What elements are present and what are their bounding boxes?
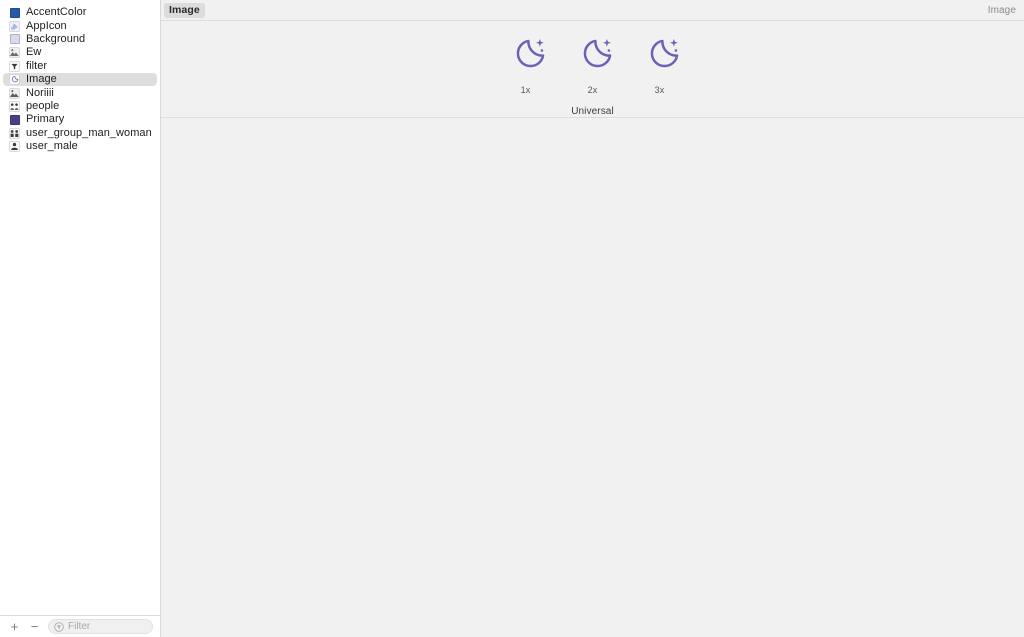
- asset-row-label: AccentColor: [26, 6, 87, 19]
- editor-canvas: [161, 118, 1024, 637]
- funnel-thumbnail-icon: [9, 60, 20, 72]
- app-icon-placeholder-icon: [9, 20, 20, 32]
- asset-catalog-window: AccentColor AppIcon Background Ew filter Imag…: [0, 0, 1024, 637]
- image-slot-scale-label: 2x: [587, 85, 598, 95]
- image-slot[interactable]: 1x: [503, 35, 549, 95]
- sidebar-bottom-bar: + − Filter: [0, 615, 160, 637]
- breadcrumb[interactable]: Image: [164, 2, 205, 18]
- image-slot[interactable]: 3x: [637, 35, 683, 95]
- asset-row-label: user_group_man_woman: [26, 126, 152, 139]
- crescent-moon-icon: [637, 35, 683, 81]
- asset-row[interactable]: AppIcon: [3, 19, 157, 32]
- crescent-moon-icon: [570, 35, 616, 81]
- user-group-thumbnail-icon: [9, 127, 20, 139]
- asset-row-label: Ew: [26, 46, 42, 59]
- color-swatch-icon: [9, 7, 20, 18]
- editor-top-bar: Image Image: [161, 0, 1024, 21]
- asset-row[interactable]: Noriiii: [3, 86, 157, 99]
- asset-sidebar: AccentColor AppIcon Background Ew filter Imag…: [0, 0, 161, 637]
- asset-row[interactable]: user_group_man_woman: [3, 127, 157, 140]
- asset-row[interactable]: people: [3, 100, 157, 113]
- color-swatch-icon: [9, 114, 20, 125]
- image-slot-scale-label: 1x: [520, 85, 531, 95]
- image-slot[interactable]: 2x: [570, 35, 616, 95]
- editor-status-label: Image: [987, 4, 1016, 16]
- asset-row[interactable]: Primary: [3, 113, 157, 126]
- asset-detail-panel: 1x 2x 3x Universal: [161, 21, 1024, 118]
- remove-asset-button[interactable]: −: [26, 619, 43, 635]
- image-thumbnail-icon: [9, 87, 20, 99]
- image-slot-scale-label: 3x: [654, 85, 665, 95]
- asset-row-label: Background: [26, 32, 86, 45]
- color-swatch-icon: [9, 34, 20, 45]
- filter-placeholder: Filter: [68, 620, 91, 632]
- universal-group-label: Universal: [571, 106, 614, 117]
- asset-row-label: Primary: [26, 113, 65, 126]
- crescent-moon-icon: [503, 35, 549, 81]
- asset-row-label: Image: [26, 73, 57, 86]
- asset-row-label: user_male: [26, 140, 78, 153]
- main-editor: Image Image 1x 2x 3x Universal: [161, 0, 1024, 637]
- asset-row-label: filter: [26, 59, 48, 72]
- asset-row[interactable]: user_male: [3, 140, 157, 153]
- funnel-circle-icon: [54, 621, 64, 632]
- asset-row[interactable]: Background: [3, 33, 157, 46]
- image-thumbnail-icon: [9, 47, 20, 59]
- image-slot-group: 1x 2x 3x: [503, 35, 683, 95]
- user-male-thumbnail-icon: [9, 141, 20, 152]
- asset-list[interactable]: AccentColor AppIcon Background Ew filter Imag…: [0, 0, 160, 615]
- asset-row[interactable]: AccentColor: [3, 6, 157, 19]
- asset-row[interactable]: Image: [3, 72, 157, 87]
- asset-row-label: people: [26, 99, 60, 112]
- asset-row[interactable]: Ew: [3, 46, 157, 59]
- filter-input[interactable]: Filter: [48, 619, 153, 634]
- people-thumbnail-icon: [9, 101, 20, 112]
- asset-row[interactable]: filter: [3, 60, 157, 73]
- add-asset-button[interactable]: +: [6, 619, 23, 635]
- moon-thumbnail-icon: [9, 74, 20, 85]
- asset-row-label: Noriiii: [26, 86, 54, 99]
- asset-row-label: AppIcon: [26, 19, 67, 32]
